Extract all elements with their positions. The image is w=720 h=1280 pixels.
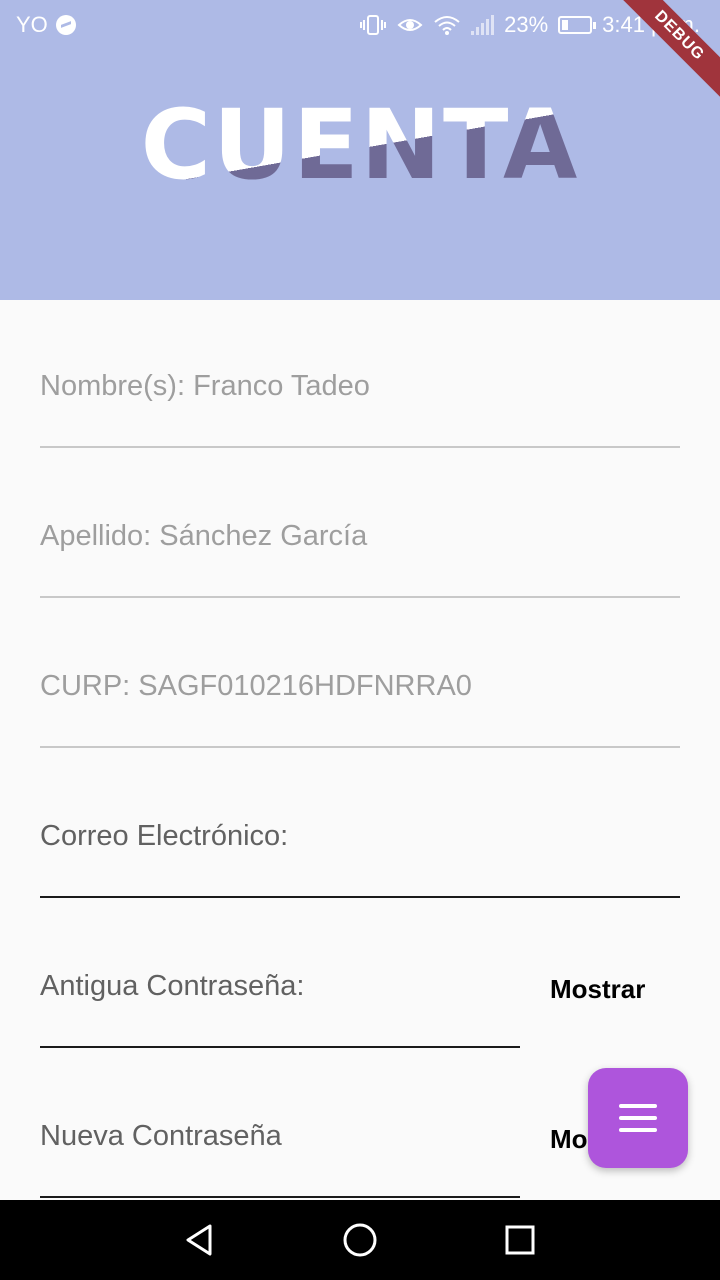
- menu-icon: [619, 1104, 657, 1108]
- old-password-underline: [40, 1046, 520, 1048]
- status-bar: YO 23% 3:41 p. m.: [0, 0, 720, 50]
- wifi-icon: [434, 16, 460, 35]
- messenger-icon: [55, 15, 76, 35]
- email-label: Correo Electrónico:: [40, 820, 289, 852]
- battery-icon: [558, 16, 597, 34]
- apellido-field[interactable]: Apellido: Sánchez García: [40, 520, 680, 600]
- title-wrap: CUENTA: [0, 95, 720, 195]
- apellido-underline: [40, 596, 680, 598]
- nombre-text: Nombre(s): Franco Tadeo: [40, 370, 370, 402]
- old-password-label: Antigua Contraseña:: [40, 970, 305, 1002]
- app-header: YO 23% 3:41 p. m.: [0, 0, 720, 300]
- menu-icon-bar: [619, 1128, 657, 1132]
- email-field[interactable]: Correo Electrónico:: [40, 820, 680, 900]
- email-underline: [40, 896, 680, 898]
- nombre-field[interactable]: Nombre(s): Franco Tadeo: [40, 370, 680, 450]
- menu-fab-button[interactable]: [588, 1068, 688, 1168]
- new-password-label: Nueva Contraseña: [40, 1120, 282, 1152]
- recents-icon[interactable]: [498, 1218, 542, 1262]
- page-title: CUENTA: [140, 89, 580, 201]
- signal-icon: [471, 15, 495, 35]
- eye-icon: [397, 19, 423, 31]
- carrier-label: YO: [16, 12, 48, 37]
- status-left: YO: [16, 12, 76, 38]
- curp-text: CURP: SAGF010216HDFNRRA0: [40, 670, 472, 702]
- old-password-field[interactable]: Antigua Contraseña:: [40, 970, 520, 1050]
- battery-percent: 23%: [504, 12, 549, 37]
- system-nav-bar: [0, 1200, 720, 1280]
- menu-icon-bar: [619, 1116, 657, 1120]
- back-icon[interactable]: [178, 1218, 222, 1262]
- curp-field[interactable]: CURP: SAGF010216HDFNRRA0: [40, 670, 680, 750]
- new-password-field[interactable]: Nueva Contraseña: [40, 1120, 520, 1200]
- vibrate-icon: [360, 15, 387, 35]
- new-password-underline: [40, 1196, 520, 1198]
- apellido-text: Apellido: Sánchez García: [40, 520, 368, 552]
- nombre-underline: [40, 446, 680, 448]
- curp-underline: [40, 746, 680, 748]
- home-icon[interactable]: [338, 1218, 382, 1262]
- show-old-password-button[interactable]: Mostrar: [550, 974, 645, 1005]
